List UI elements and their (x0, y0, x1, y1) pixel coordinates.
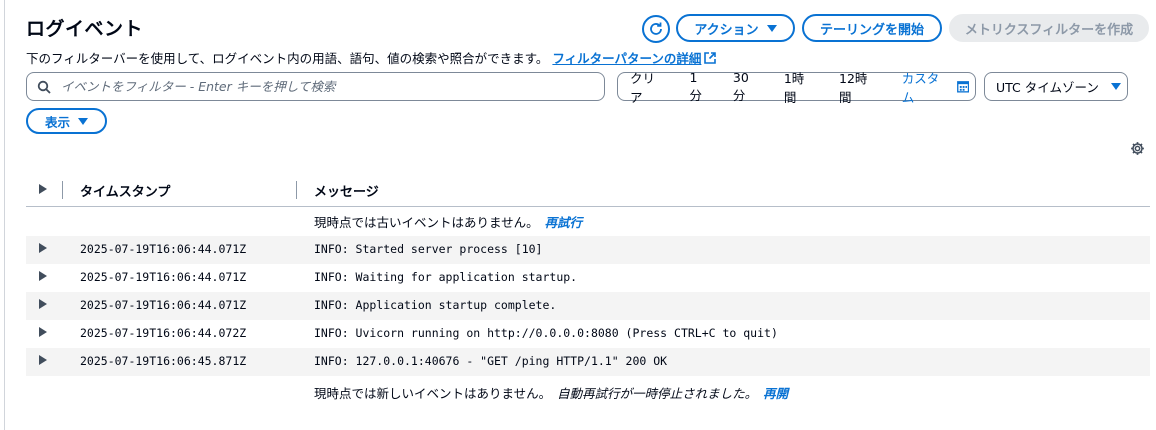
log-table-header: タイムスタンプ メッセージ (26, 175, 1150, 207)
caret-down-icon (1110, 83, 1121, 90)
start-tailing-label: テーリングを開始 (819, 22, 924, 38)
refresh-button[interactable] (642, 15, 670, 43)
external-link-icon (704, 52, 717, 64)
range-clear[interactable]: クリア (618, 71, 678, 105)
row-timestamp: 2025-07-19T16:06:44.071Z (80, 298, 247, 312)
expand-row-icon[interactable] (39, 327, 47, 337)
create-metric-filter-button[interactable]: メトリクスフィルターを作成 (949, 14, 1149, 42)
table-row[interactable]: 2025-07-19T16:06:44.071Z INFO: Applicati… (26, 292, 1150, 320)
expand-all-icon[interactable] (39, 184, 47, 194)
expand-row-icon[interactable] (39, 243, 47, 253)
range-1hour[interactable]: 1時間 (772, 71, 827, 105)
no-newer-events-note: 現時点では新しいイベントはありません。 自動再試行が一時停止されました。 再開 (314, 383, 788, 402)
range-30min[interactable]: 30分 (721, 70, 772, 103)
timezone-select[interactable]: UTC タイムゾーン (984, 72, 1128, 101)
no-newer-events-text: 現時点では新しいイベントはありません。 (314, 386, 552, 401)
table-row[interactable]: 2025-07-19T16:06:44.071Z INFO: Waiting f… (26, 264, 1150, 292)
row-timestamp: 2025-07-19T16:06:45.871Z (80, 354, 247, 368)
filter-pattern-link[interactable]: フィルターパターンの詳細 (552, 51, 717, 66)
table-row[interactable]: 2025-07-19T16:06:44.072Z INFO: Uvicorn r… (26, 320, 1150, 348)
event-filter-search[interactable] (26, 72, 605, 101)
expand-row-icon[interactable] (39, 355, 47, 365)
range-custom-label: カスタム (901, 70, 940, 105)
start-tailing-button[interactable]: テーリングを開始 (802, 14, 942, 42)
row-message: INFO: Application startup complete. (314, 298, 557, 312)
no-older-events-text: 現時点では古いイベントはありません。 (314, 215, 539, 230)
actions-dropdown-button[interactable]: アクション (676, 14, 795, 42)
row-message: INFO: Uvicorn running on http://0.0.0.0:… (314, 326, 778, 340)
retry-link[interactable]: 再試行 (545, 215, 583, 230)
page-title: ログイベント (26, 18, 144, 40)
search-input[interactable] (61, 79, 581, 94)
settings-gear-icon[interactable] (1130, 141, 1145, 156)
expand-row-icon[interactable] (39, 299, 47, 309)
caret-down-icon (78, 117, 88, 125)
row-message: INFO: 127.0.0.1:40676 - "GET /ping HTTP/… (314, 354, 668, 368)
filter-pattern-link-label: フィルターパターンの詳細 (552, 51, 702, 66)
expand-row-icon[interactable] (39, 271, 47, 281)
display-label: 表示 (44, 114, 70, 130)
column-divider (62, 181, 63, 199)
range-12hour[interactable]: 12時間 (827, 71, 890, 105)
create-metric-filter-label: メトリクスフィルターを作成 (964, 22, 1134, 38)
description-text: 下のフィルターバーを使用して、ログイベント内の用語、語句、値の検索や照合ができま… (26, 51, 549, 66)
range-custom[interactable]: カスタム (890, 71, 975, 105)
resume-link[interactable]: 再開 (763, 386, 788, 401)
search-icon (37, 80, 51, 94)
row-message: INFO: Started server process [10] (314, 242, 543, 256)
auto-retry-paused-text: 自動再試行が一時停止されました。 (557, 386, 758, 401)
range-1min[interactable]: 1分 (678, 70, 721, 103)
row-timestamp: 2025-07-19T16:06:44.071Z (80, 270, 247, 284)
row-timestamp: 2025-07-19T16:06:44.071Z (80, 242, 247, 256)
row-message: INFO: Waiting for application startup. (314, 270, 578, 284)
column-divider[interactable] (296, 181, 297, 199)
display-dropdown-button[interactable]: 表示 (26, 108, 107, 134)
refresh-icon (650, 22, 662, 35)
no-older-events-note: 現時点では古いイベントはありません。 再試行 (314, 212, 582, 231)
column-header-timestamp[interactable]: タイムスタンプ (80, 181, 170, 200)
caret-down-icon (766, 24, 777, 32)
calendar-icon (956, 81, 969, 93)
table-row[interactable]: 2025-07-19T16:06:45.871Z INFO: 127.0.0.1… (26, 348, 1150, 376)
page-left-border (4, 0, 5, 430)
timezone-value: UTC タイムゾーン (996, 80, 1099, 95)
page-description: 下のフィルターバーを使用して、ログイベント内の用語、語句、値の検索や照合ができま… (26, 48, 717, 67)
row-timestamp: 2025-07-19T16:06:44.072Z (80, 326, 247, 340)
table-row[interactable]: 2025-07-19T16:06:44.071Z INFO: Started s… (26, 236, 1150, 264)
time-range-selector: クリア 1分 30分 1時間 12時間 カスタム (617, 70, 976, 105)
actions-label: アクション (694, 22, 759, 38)
column-header-message[interactable]: メッセージ (314, 181, 379, 200)
